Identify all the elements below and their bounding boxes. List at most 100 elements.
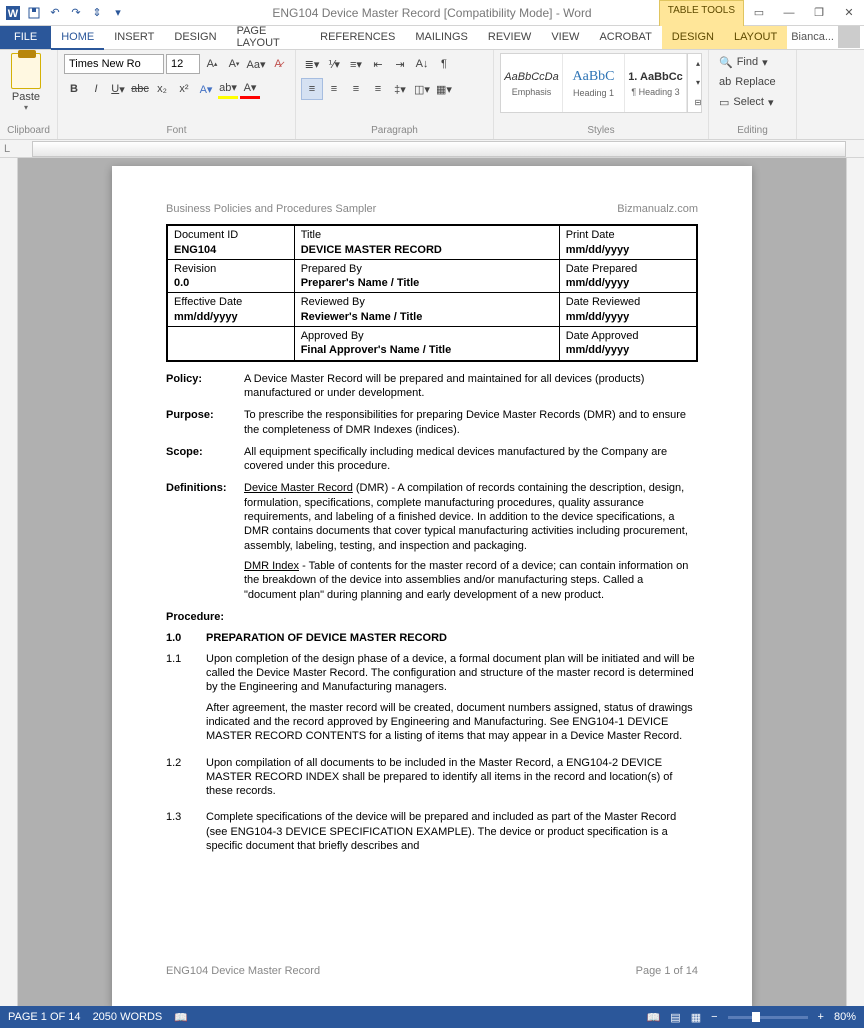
tab-table-layout[interactable]: LAYOUT: [724, 25, 787, 49]
status-words[interactable]: 2050 WORDS: [93, 1011, 163, 1023]
tab-references[interactable]: REFERENCES: [310, 25, 405, 49]
bullets-icon[interactable]: ≣▾: [302, 54, 322, 74]
style-emphasis[interactable]: AaBbCcDaEmphasis: [501, 54, 563, 112]
replace-icon: ab: [719, 76, 731, 88]
multilevel-list-icon[interactable]: ≡▾: [346, 54, 366, 74]
table-row[interactable]: Approved ByFinal Approver's Name / Title…: [167, 327, 697, 361]
group-paragraph: ≣▾ ⅟▾ ≡▾ ⇤ ⇥ A↓ ¶ ≡ ≡ ≡ ≡ ‡▾ ◫▾ ▦▾ Parag…: [296, 50, 494, 139]
bold-icon[interactable]: B: [64, 79, 84, 99]
page[interactable]: Business Policies and Procedures Sampler…: [112, 166, 752, 1006]
tab-mailings[interactable]: MAILINGS: [405, 25, 478, 49]
justify-icon[interactable]: ≡: [368, 79, 388, 99]
minimize-button[interactable]: —: [774, 0, 804, 26]
proofing-icon[interactable]: 📖: [174, 1011, 188, 1024]
tab-page-layout[interactable]: PAGE LAYOUT: [227, 25, 311, 49]
italic-icon[interactable]: I: [86, 79, 106, 99]
align-center-icon[interactable]: ≡: [324, 79, 344, 99]
zoom-level[interactable]: 80%: [834, 1011, 856, 1023]
change-case-icon[interactable]: Aa▾: [246, 54, 266, 74]
styles-group-label: Styles: [500, 125, 702, 139]
tab-file[interactable]: FILE: [0, 25, 51, 49]
strikethrough-icon[interactable]: abc: [130, 79, 150, 99]
subscript-icon[interactable]: x₂: [152, 79, 172, 99]
status-page[interactable]: PAGE 1 OF 14: [8, 1011, 81, 1023]
document-area: Business Policies and Procedures Sampler…: [0, 158, 864, 1006]
style-heading3[interactable]: 1. AaBbCc¶ Heading 3: [625, 54, 687, 112]
restore-button[interactable]: ❐: [804, 0, 834, 26]
line-spacing-icon[interactable]: ‡▾: [390, 79, 410, 99]
ribbon-tabs: FILE HOME INSERT DESIGN PAGE LAYOUT REFE…: [0, 26, 864, 50]
align-left-icon[interactable]: ≡: [302, 79, 322, 99]
purpose-section: Purpose: To prescribe the responsibiliti…: [166, 408, 698, 437]
numbering-icon[interactable]: ⅟▾: [324, 54, 344, 74]
select-button[interactable]: ▭Select▾: [715, 93, 780, 111]
redo-icon[interactable]: ↷: [67, 4, 85, 22]
grow-font-icon[interactable]: A▴: [202, 54, 222, 74]
touch-mode-icon[interactable]: ⇕: [88, 4, 106, 22]
replace-button[interactable]: abReplace: [715, 73, 780, 91]
tab-table-design[interactable]: DESIGN: [662, 25, 724, 49]
view-print-icon[interactable]: ▤: [670, 1011, 680, 1024]
shrink-font-icon[interactable]: A▾: [224, 54, 244, 74]
table-row[interactable]: Document IDENG104 TitleDEVICE MASTER REC…: [167, 225, 697, 259]
borders-icon[interactable]: ▦▾: [434, 79, 454, 99]
text-effects-icon[interactable]: A▾: [196, 79, 216, 99]
find-button[interactable]: 🔍Find▾: [715, 53, 780, 71]
zoom-slider[interactable]: [728, 1016, 808, 1019]
font-name-input[interactable]: [64, 54, 164, 74]
highlight-icon[interactable]: ab▾: [218, 79, 238, 99]
group-font: A▴ A▾ Aa▾ A̷ B I U▾ abc x₂ x² A▾ ab▾ A▾ …: [58, 50, 296, 139]
sort-icon[interactable]: A↓: [412, 54, 432, 74]
zoom-in-icon[interactable]: +: [818, 1011, 824, 1023]
increase-indent-icon[interactable]: ⇥: [390, 54, 410, 74]
vertical-ruler[interactable]: [0, 158, 18, 1006]
font-color-icon[interactable]: A▾: [240, 79, 260, 99]
footer-right: Page 1 of 14: [636, 964, 698, 978]
word-app-icon[interactable]: W: [4, 4, 22, 22]
close-button[interactable]: ✕: [834, 0, 864, 26]
horizontal-ruler[interactable]: [32, 141, 846, 157]
tab-insert[interactable]: INSERT: [104, 25, 164, 49]
styles-up-icon[interactable]: ▴: [688, 54, 708, 73]
tab-home[interactable]: HOME: [51, 26, 104, 50]
customize-qat-icon[interactable]: ▾: [109, 4, 127, 22]
superscript-icon[interactable]: x²: [174, 79, 194, 99]
styles-gallery[interactable]: AaBbCcDaEmphasis AaBbCHeading 1 1. AaBbC…: [500, 53, 702, 113]
font-size-input[interactable]: [166, 54, 200, 74]
table-row[interactable]: Revision0.0 Prepared ByPreparer's Name /…: [167, 259, 697, 293]
ribbon: Paste ▾ Clipboard A▴ A▾ Aa▾ A̷ B I U▾ ab…: [0, 50, 864, 140]
clear-formatting-icon[interactable]: A̷: [268, 54, 288, 74]
group-styles: AaBbCcDaEmphasis AaBbCHeading 1 1. AaBbC…: [494, 50, 709, 139]
styles-down-icon[interactable]: ▾: [688, 73, 708, 92]
paste-button[interactable]: Paste ▾: [6, 53, 46, 112]
styles-more-icon[interactable]: ⊟: [688, 93, 708, 112]
vertical-scrollbar[interactable]: [846, 158, 864, 1006]
view-read-icon[interactable]: 📖: [647, 1011, 661, 1024]
align-right-icon[interactable]: ≡: [346, 79, 366, 99]
save-icon[interactable]: [25, 4, 43, 22]
document-canvas[interactable]: Business Policies and Procedures Sampler…: [18, 158, 846, 1006]
table-tools-context-label: TABLE TOOLS: [659, 0, 744, 26]
paste-label: Paste: [12, 91, 40, 103]
avatar: [838, 26, 860, 48]
view-web-icon[interactable]: ▦: [691, 1011, 701, 1024]
undo-icon[interactable]: ↶: [46, 4, 64, 22]
table-row[interactable]: Effective Datemm/dd/yyyy Reviewed ByRevi…: [167, 293, 697, 327]
zoom-out-icon[interactable]: −: [711, 1011, 717, 1023]
style-heading1[interactable]: AaBbCHeading 1: [563, 54, 625, 112]
user-account[interactable]: Bianca...: [787, 25, 864, 49]
document-info-table[interactable]: Document IDENG104 TitleDEVICE MASTER REC…: [166, 224, 698, 361]
tab-acrobat[interactable]: ACROBAT: [589, 25, 661, 49]
ruler-corner-icon[interactable]: L: [0, 143, 14, 155]
font-group-label: Font: [64, 125, 289, 139]
horizontal-ruler-area: L: [0, 140, 864, 158]
tab-design[interactable]: DESIGN: [164, 25, 226, 49]
underline-icon[interactable]: U▾: [108, 79, 128, 99]
decrease-indent-icon[interactable]: ⇤: [368, 54, 388, 74]
tab-review[interactable]: REVIEW: [478, 25, 541, 49]
tab-view[interactable]: VIEW: [541, 25, 589, 49]
find-icon: 🔍: [719, 56, 733, 69]
shading-icon[interactable]: ◫▾: [412, 79, 432, 99]
ribbon-display-icon[interactable]: ▭: [744, 0, 774, 26]
show-marks-icon[interactable]: ¶: [434, 54, 454, 74]
